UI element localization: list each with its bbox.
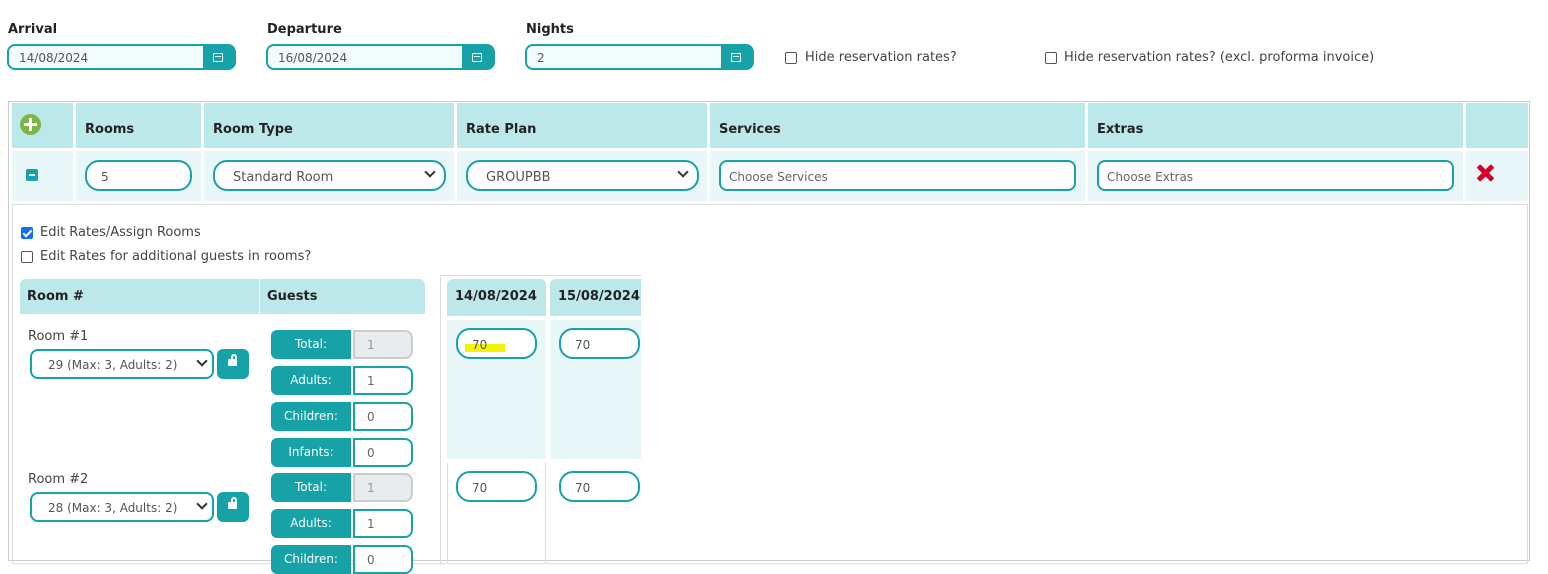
room-2-total-input: 1	[353, 473, 413, 502]
date-header-2: 15/08/2024	[550, 279, 641, 316]
room-2-adults-label: Adults:	[271, 509, 351, 538]
room-number-header: Room #	[20, 279, 259, 314]
calendar-icon	[731, 53, 741, 62]
departure-calendar-button[interactable]	[462, 46, 493, 68]
calendar-icon	[472, 53, 482, 62]
hide-rates-label: Hide reservation rates?	[805, 50, 957, 65]
chevron-down-icon	[424, 166, 436, 178]
guests-header: Guests	[260, 279, 425, 314]
room-type-header: Room Type	[204, 103, 454, 148]
services-input[interactable]: Choose Services	[719, 160, 1076, 191]
room-1-rate-input-2[interactable]: 70	[559, 328, 640, 359]
room-2-assignment-select[interactable]: 28 (Max: 3, Adults: 2)	[30, 492, 214, 522]
extras-header: Extras	[1088, 103, 1463, 148]
room-1-infants-input[interactable]: 0	[353, 438, 413, 467]
rooms-header: Rooms	[76, 103, 201, 148]
room-2-label: Room #2	[28, 472, 89, 487]
unlock-icon	[228, 354, 237, 366]
collapse-cell	[12, 151, 73, 201]
add-row-header	[12, 103, 73, 148]
room-1-rate-cell-2: 70	[550, 320, 641, 459]
room-type-select[interactable]: Standard Room	[213, 160, 446, 191]
edit-additional-label: Edit Rates for additional guests in room…	[40, 249, 312, 264]
close-x-icon[interactable]	[1476, 164, 1495, 182]
arrival-calendar-button[interactable]	[203, 46, 234, 68]
calendar-icon	[213, 53, 223, 62]
plus-circle-icon[interactable]	[20, 114, 41, 135]
arrival-label: Arrival	[8, 22, 58, 37]
date-header-1: 14/08/2024	[447, 279, 546, 316]
edit-rates-label: Edit Rates/Assign Rooms	[40, 225, 201, 240]
hide-rates-excl-label: Hide reservation rates? (excl. proforma …	[1064, 50, 1375, 65]
room-2-children-input[interactable]: 0	[353, 545, 413, 574]
edit-rates-checkbox[interactable]	[21, 227, 33, 239]
edit-additional-checkbox[interactable]	[21, 251, 33, 263]
nights-input[interactable]: 2	[525, 44, 754, 70]
room-1-rate-cell-1: 70	[447, 320, 546, 459]
departure-date-input[interactable]: 16/08/2024	[266, 44, 495, 70]
room-2-rate-cell-1: 70	[447, 463, 546, 563]
room-2-lock-button[interactable]	[217, 492, 249, 522]
room-1-children-input[interactable]: 0	[353, 402, 413, 431]
minus-square-icon[interactable]	[26, 169, 38, 181]
room-2-rate-input-2[interactable]: 70	[559, 471, 640, 502]
services-header: Services	[710, 103, 1085, 148]
room-1-label: Room #1	[28, 329, 89, 344]
room-2-total-label: Total:	[271, 473, 351, 502]
rate-plan-header: Rate Plan	[457, 103, 707, 148]
chevron-down-icon	[196, 355, 208, 367]
rooms-count-input[interactable]: 5	[85, 160, 192, 191]
hide-rates-checkbox[interactable]	[785, 52, 797, 64]
room-1-infants-label: Infants:	[271, 438, 351, 467]
departure-label: Departure	[267, 22, 342, 37]
actions-header	[1466, 103, 1528, 148]
room-1-assignment-select[interactable]: 29 (Max: 3, Adults: 2)	[30, 349, 214, 379]
room-1-total-input: 1	[353, 330, 413, 359]
nights-calendar-button[interactable]	[721, 46, 752, 68]
nights-label: Nights	[526, 22, 574, 37]
room-1-children-label: Children:	[271, 402, 351, 431]
hide-rates-excl-checkbox[interactable]	[1045, 52, 1057, 64]
room-2-adults-input[interactable]: 1	[353, 509, 413, 538]
room-1-rate-input-1[interactable]: 70	[456, 328, 537, 359]
room-2-rate-cell-2: 70	[550, 463, 641, 563]
extras-input[interactable]: Choose Extras	[1097, 160, 1454, 191]
arrival-date-input[interactable]: 14/08/2024	[7, 44, 236, 70]
room-1-total-label: Total:	[271, 330, 351, 359]
chevron-down-icon	[677, 166, 689, 178]
room-2-children-label: Children:	[271, 545, 351, 574]
room-2-rate-input-1[interactable]: 70	[456, 471, 537, 502]
rate-plan-select[interactable]: GROUPBB	[466, 160, 699, 191]
chevron-down-icon	[196, 498, 208, 510]
unlock-icon	[228, 497, 237, 509]
room-1-adults-input[interactable]: 1	[353, 366, 413, 395]
room-1-adults-label: Adults:	[271, 366, 351, 395]
room-1-lock-button[interactable]	[217, 349, 249, 379]
